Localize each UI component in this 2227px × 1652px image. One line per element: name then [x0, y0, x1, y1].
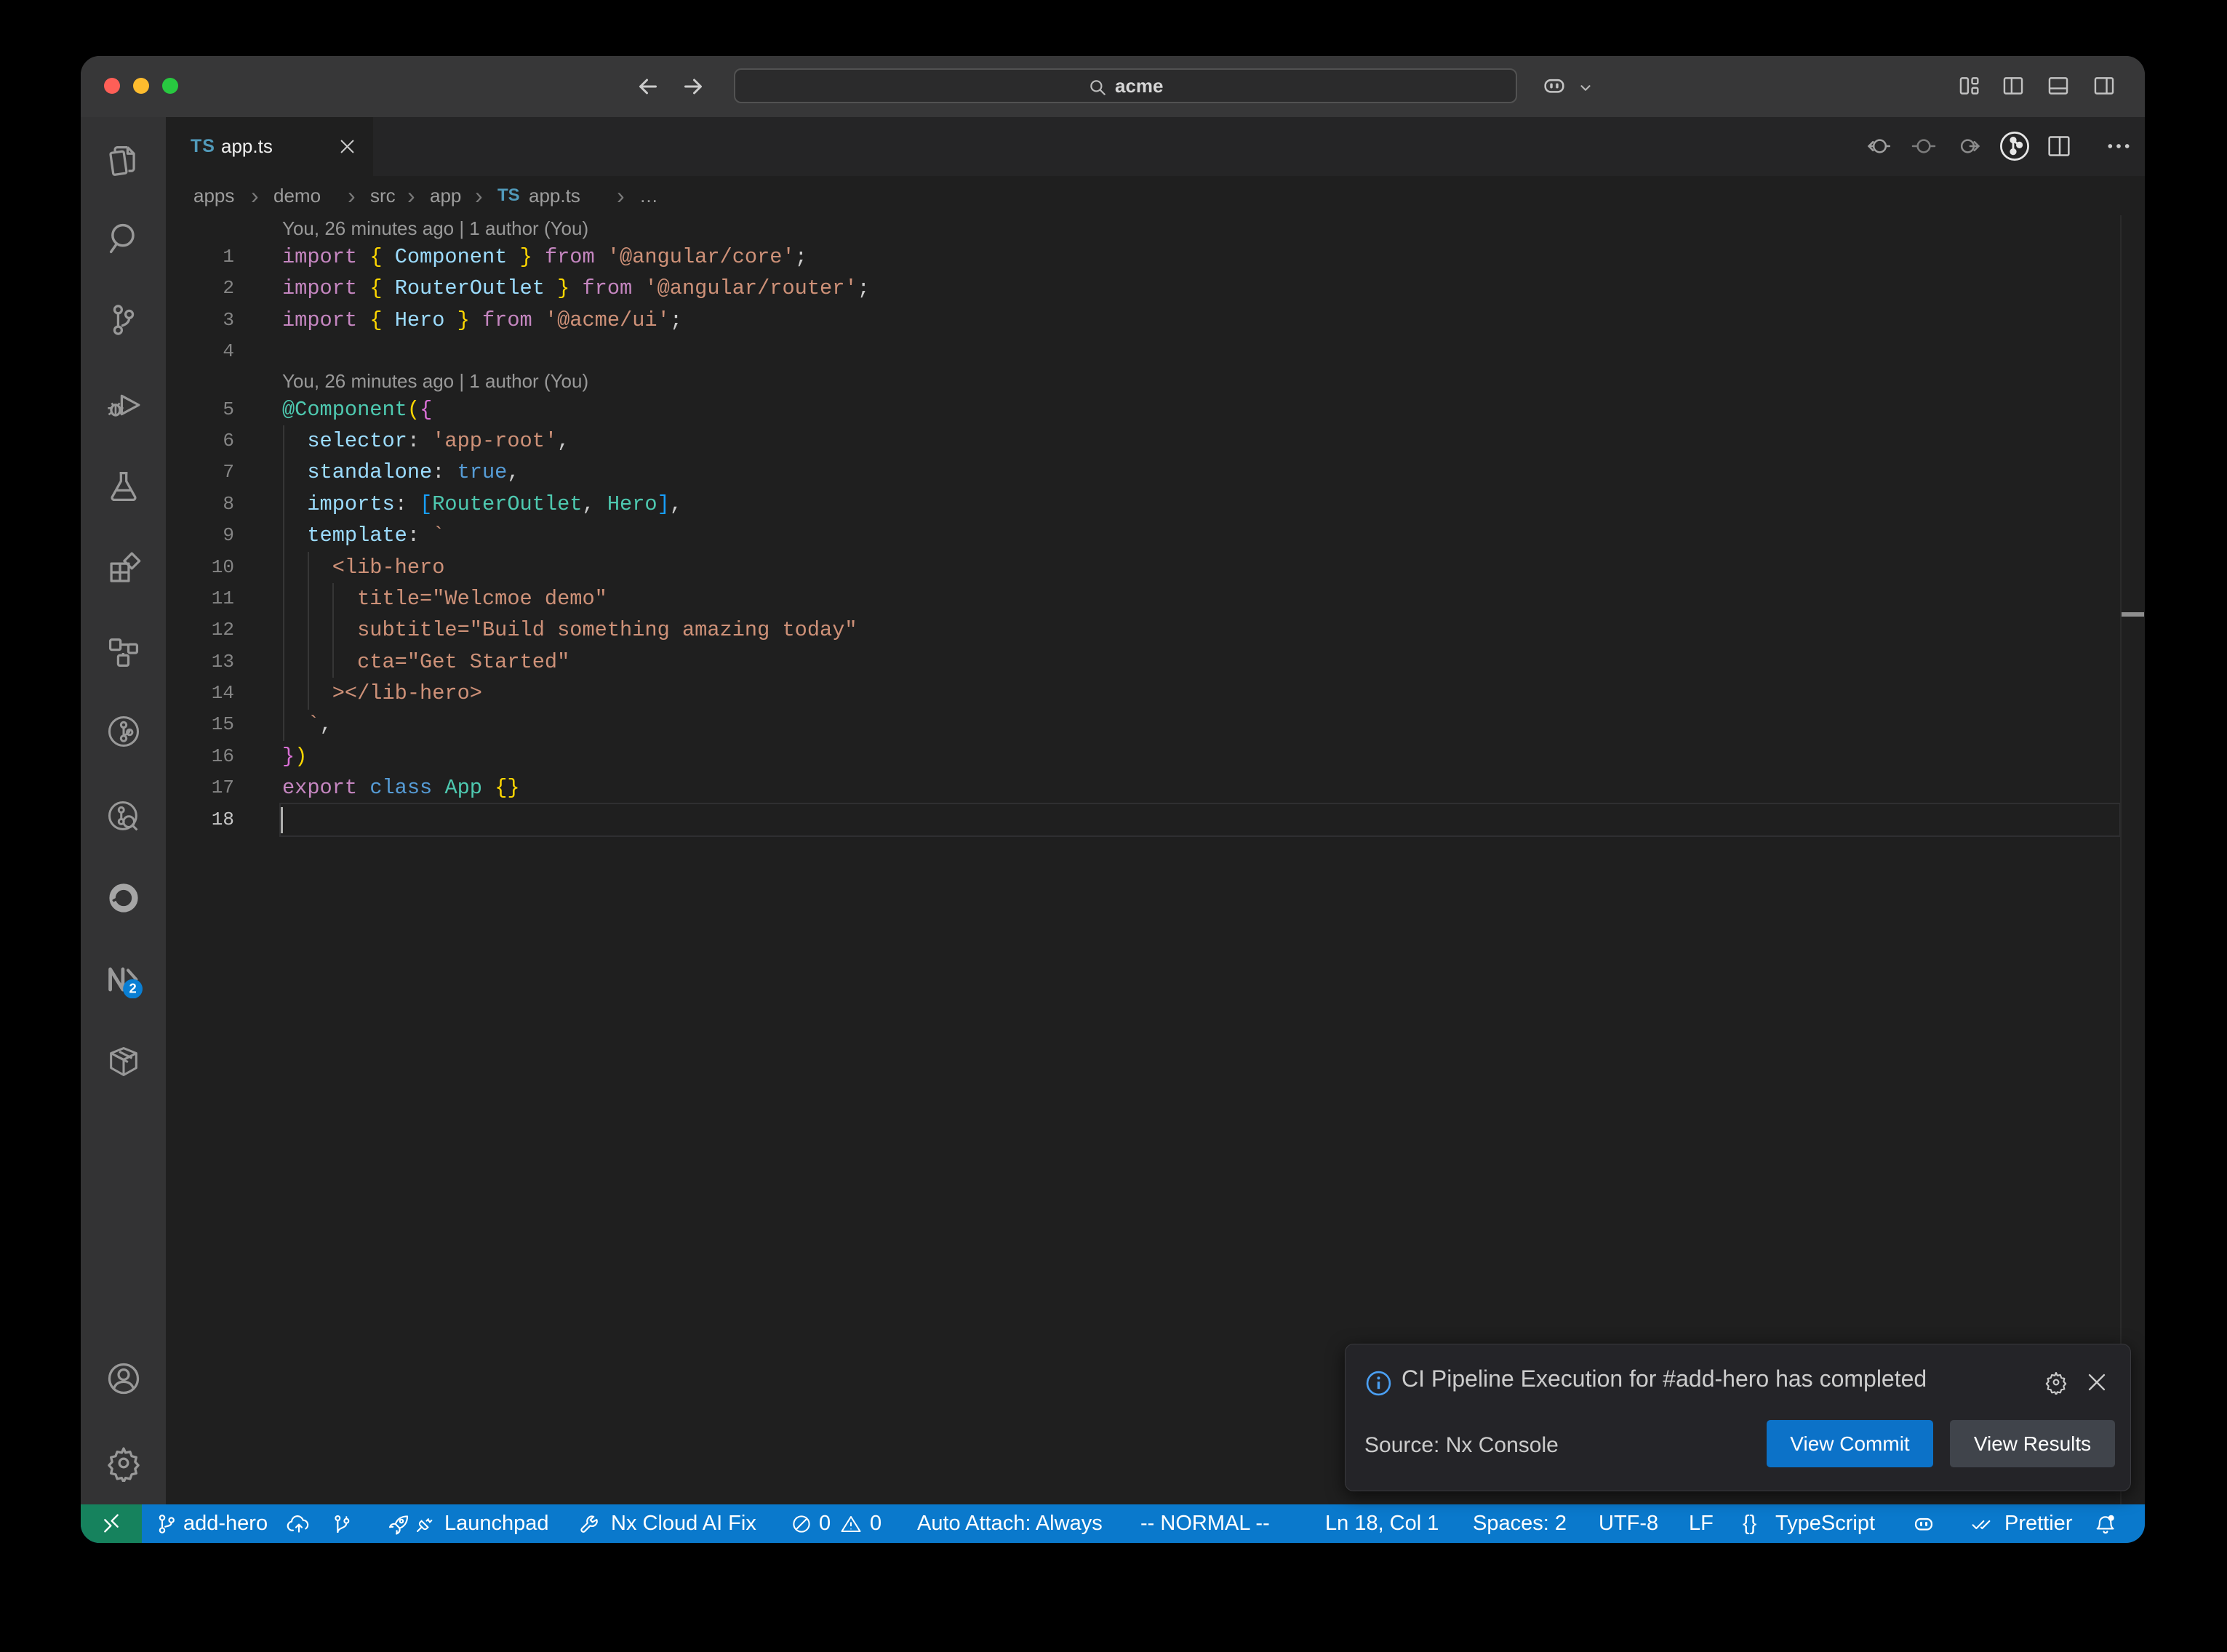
svg-text:2: 2: [129, 981, 136, 996]
